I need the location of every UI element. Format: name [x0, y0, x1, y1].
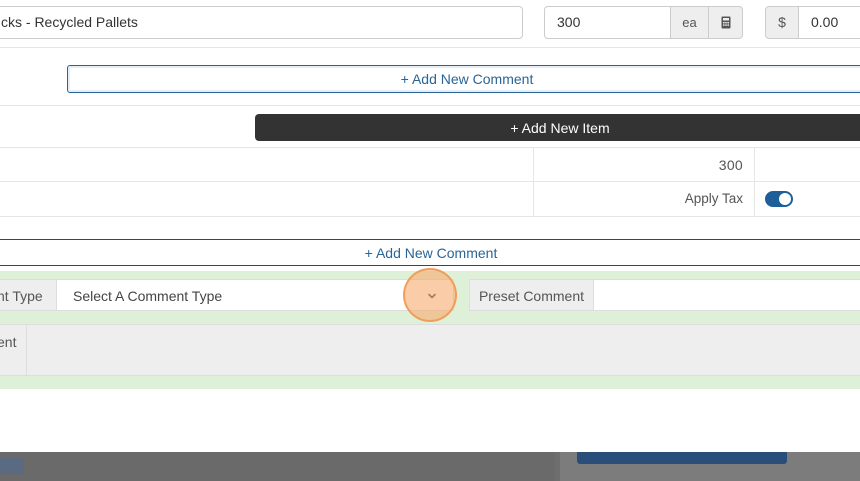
tax-spacer-cell — [0, 182, 534, 216]
preset-comment-select[interactable] — [594, 279, 860, 311]
backdrop-left — [0, 452, 555, 481]
comment-type-selected: Select A Comment Type — [73, 288, 223, 304]
apply-tax-row: Apply Tax — [0, 182, 860, 217]
comment-type-label: nt Type — [0, 279, 56, 311]
add-item-comment-button[interactable]: + Add New Comment — [67, 65, 860, 93]
toggle-knob — [779, 193, 791, 205]
click-indicator — [403, 268, 457, 322]
quantity-field[interactable]: 300 — [544, 6, 670, 39]
currency-addon: $ — [765, 6, 799, 39]
price-group: $ 0.00 — [765, 6, 860, 39]
comment-label: ent — [0, 324, 27, 376]
unit-addon: ea — [670, 6, 709, 39]
item-row: cks - Recycled Pallets 300 ea $ 0.00 — [0, 0, 860, 48]
preset-comment-label: Preset Comment — [469, 279, 594, 311]
totals-quantity-row: 300 — [0, 148, 860, 182]
item-comment-row: + Add New Comment — [0, 48, 860, 106]
apply-tax-label: Apply Tax — [534, 182, 755, 216]
modal-backdrop — [0, 452, 860, 481]
add-order-comment-button[interactable]: + Add New Comment — [0, 239, 860, 266]
blank-area — [0, 389, 860, 452]
quantity-group: 300 ea — [544, 6, 743, 39]
apply-tax-toggle[interactable] — [765, 191, 793, 207]
quantity-total: 300 — [534, 148, 755, 181]
calculator-button[interactable] — [709, 6, 743, 39]
calculator-icon — [721, 16, 730, 29]
comment-type-select[interactable]: Select A Comment Type — [56, 279, 454, 311]
totals-spacer-cell — [0, 148, 534, 181]
add-new-item-button[interactable]: + Add New Item — [255, 114, 860, 141]
add-item-row: + Add New Item — [0, 106, 860, 148]
comment-textarea[interactable] — [27, 324, 860, 376]
backdrop-button — [577, 452, 787, 464]
price-field[interactable]: 0.00 — [799, 6, 860, 39]
item-name-field[interactable]: cks - Recycled Pallets — [0, 6, 523, 39]
backdrop-blob — [0, 458, 24, 474]
